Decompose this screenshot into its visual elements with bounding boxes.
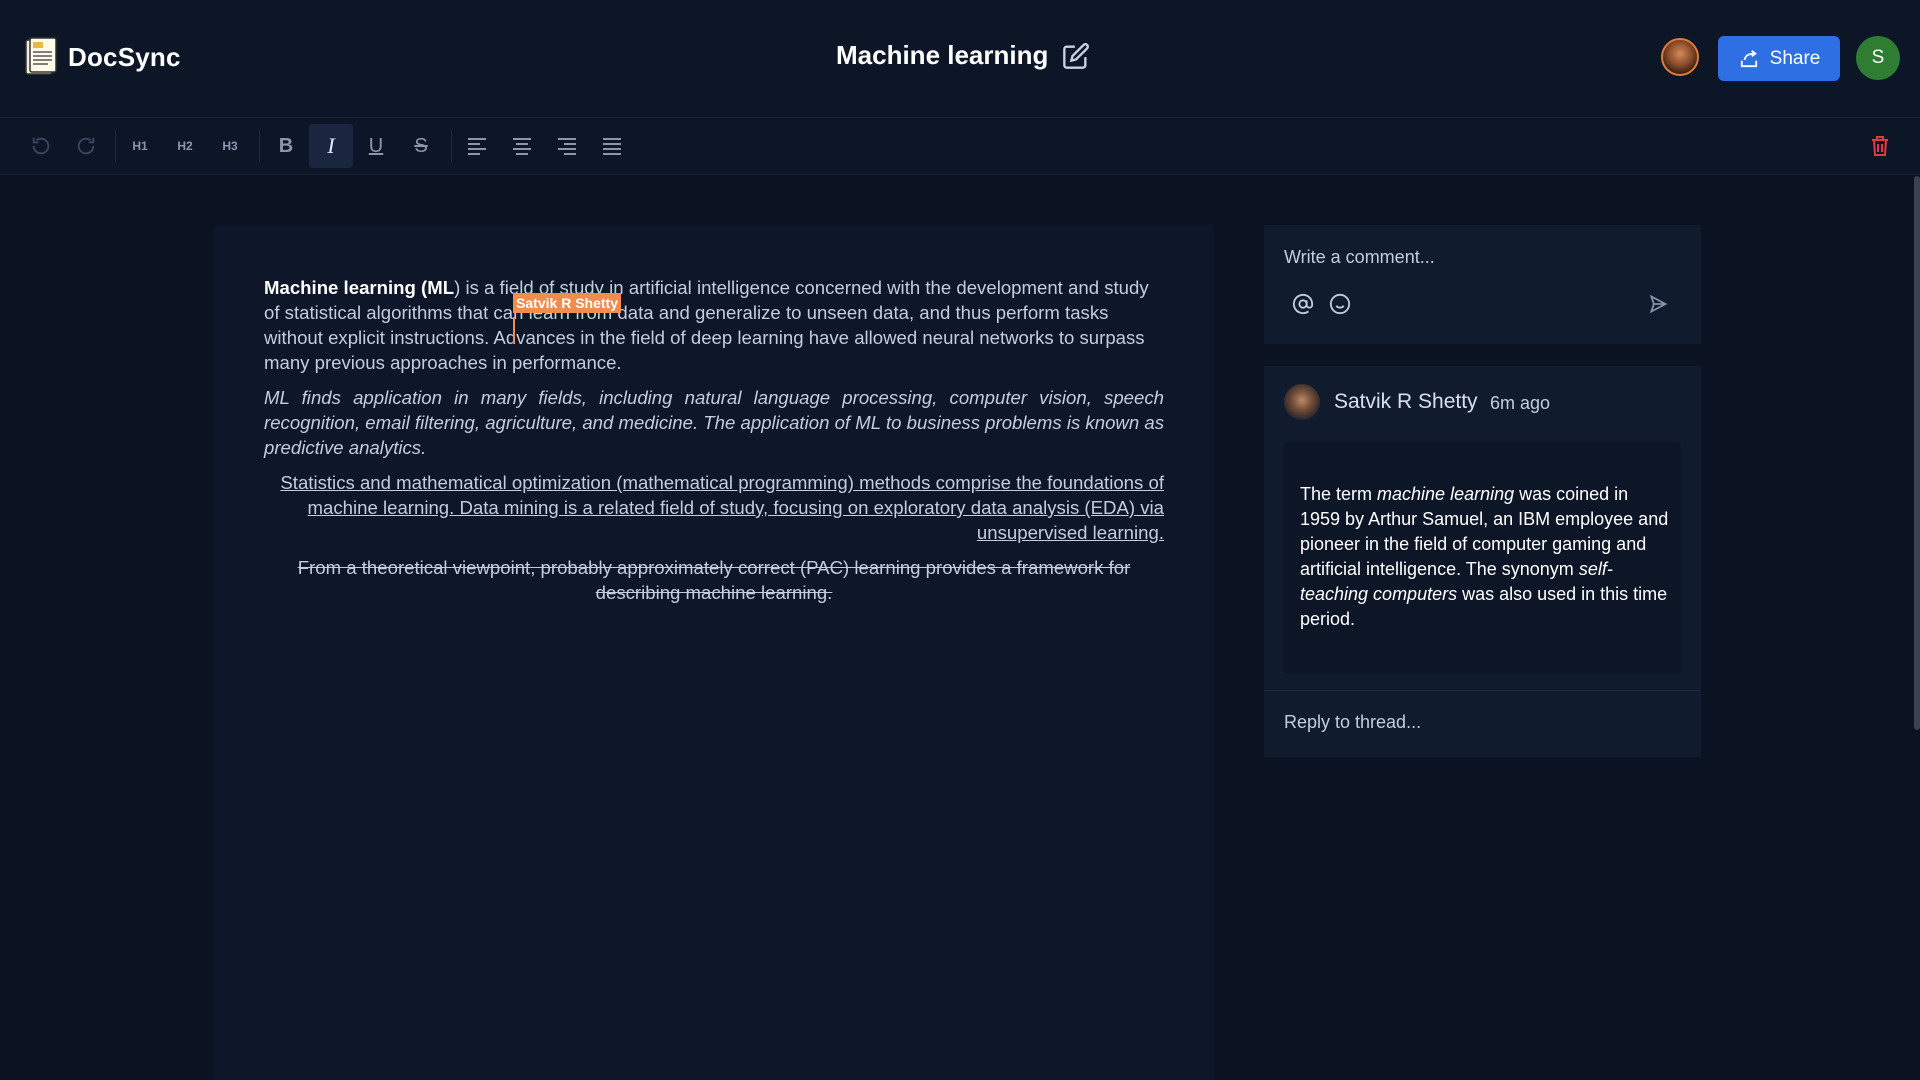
edit-title-icon[interactable] [1062, 42, 1090, 70]
comment-author-avatar [1284, 384, 1320, 420]
document-editor[interactable]: Machine learning (ML) is a field of stud… [214, 225, 1214, 1080]
comment-text-part: The term [1300, 484, 1378, 504]
heading-3-label: H3 [222, 139, 238, 153]
undo-button[interactable] [19, 124, 63, 168]
toolbar-divider [259, 130, 260, 162]
share-button[interactable]: Share [1718, 36, 1840, 81]
thread-divider [1264, 690, 1701, 691]
collaborator-avatar[interactable] [1661, 38, 1699, 76]
align-left-icon [468, 138, 486, 155]
comment-body: The term machine learning was coined in … [1284, 442, 1681, 674]
formatting-toolbar: H1 H2 H3 B I U S [0, 118, 1920, 175]
trash-icon [1872, 136, 1888, 156]
mention-button[interactable] [1290, 291, 1316, 317]
undo-icon [32, 137, 50, 155]
bold-term: Machine learning (ML [264, 277, 455, 298]
bold-icon: B [278, 134, 294, 157]
document-content[interactable]: Machine learning (ML) is a field of stud… [264, 275, 1164, 615]
paragraph-3[interactable]: Statistics and mathematical optimization… [264, 470, 1164, 545]
align-justify-button[interactable] [590, 124, 634, 168]
heading-2-button[interactable]: H2 [163, 124, 207, 168]
comment-input[interactable]: Write a comment... [1284, 247, 1435, 268]
collaborator-cursor-caret [513, 317, 516, 343]
italic-button[interactable]: I [309, 124, 353, 168]
heading-1-button[interactable]: H1 [118, 124, 162, 168]
toolbar-divider [451, 130, 452, 162]
underline-icon: U [368, 134, 384, 157]
reply-input[interactable]: Reply to thread... [1284, 712, 1421, 733]
document-logo-icon [25, 37, 57, 75]
send-comment-button[interactable] [1645, 291, 1671, 317]
heading-1-label: H1 [132, 139, 148, 153]
paragraph-1[interactable]: Machine learning (ML) is a field of stud… [264, 275, 1164, 375]
send-icon [1649, 294, 1668, 314]
align-right-button[interactable] [545, 124, 589, 168]
app-name: DocSync [68, 41, 181, 72]
align-left-button[interactable] [455, 124, 499, 168]
strikethrough-icon: S [414, 134, 428, 157]
at-sign-icon [1292, 293, 1314, 315]
user-initial: S [1871, 47, 1885, 68]
smile-icon [1329, 293, 1351, 315]
delete-document-button[interactable] [1864, 130, 1896, 162]
bold-button[interactable]: B [264, 124, 308, 168]
collaborator-cursor-label: Satvik R Shetty [513, 293, 621, 313]
align-center-icon [513, 138, 531, 155]
comment-author: Satvik R Shetty [1334, 390, 1478, 413]
paragraph-4[interactable]: From a theoretical viewpoint, probably a… [264, 555, 1164, 605]
document-title: Machine learning [836, 40, 1049, 70]
comment-thread: Satvik R Shetty 6m ago The term machine … [1264, 366, 1701, 757]
app-header: DocSync Machine learning Share S [0, 0, 1920, 118]
redo-icon [77, 137, 95, 155]
user-avatar[interactable]: S [1856, 36, 1900, 80]
new-comment-box: Write a comment... [1264, 225, 1701, 344]
align-center-button[interactable] [500, 124, 544, 168]
document-title-area: Machine learning [836, 40, 1090, 71]
redo-button[interactable] [64, 124, 108, 168]
page-scrollbar[interactable] [1914, 176, 1920, 730]
toolbar-divider [115, 130, 116, 162]
share-icon [1740, 49, 1757, 67]
comment-timestamp: 6m ago [1490, 393, 1551, 413]
emoji-button[interactable] [1327, 291, 1353, 317]
align-justify-icon [603, 138, 621, 155]
share-button-label: Share [1769, 47, 1821, 69]
align-right-icon [558, 138, 576, 155]
heading-2-label: H2 [177, 139, 193, 153]
underline-button[interactable]: U [354, 124, 398, 168]
app-logo[interactable]: DocSync [24, 36, 181, 78]
comment-text: The term machine learning was coined in … [1300, 482, 1670, 632]
comment-text-italic: machine learning [1377, 484, 1515, 504]
italic-icon: I [327, 133, 335, 158]
heading-3-button[interactable]: H3 [208, 124, 252, 168]
paragraph-2[interactable]: ML finds application in many fields, inc… [264, 385, 1164, 460]
strikethrough-button[interactable]: S [399, 124, 443, 168]
